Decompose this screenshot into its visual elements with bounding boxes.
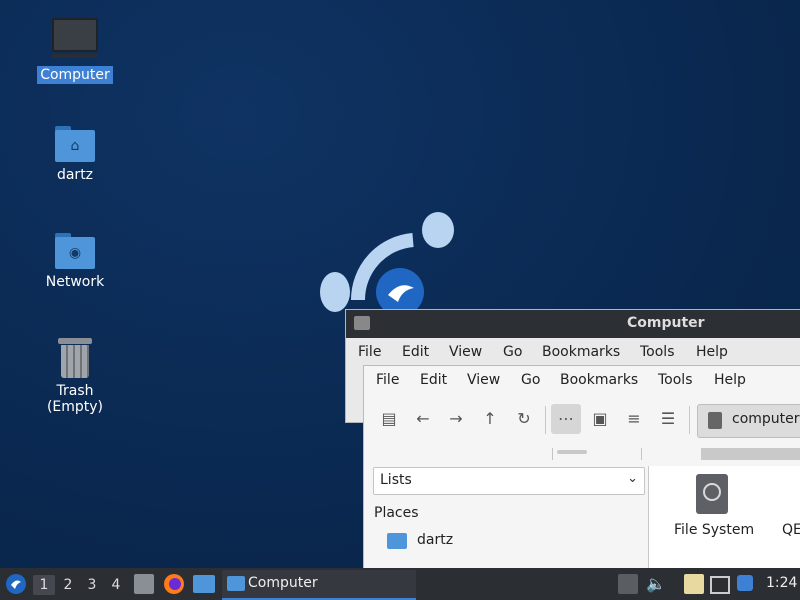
desktop-icon-label: Network bbox=[45, 274, 105, 290]
icon-view-grid-icon[interactable]: ⋯ bbox=[551, 404, 581, 434]
menu-edit[interactable]: Edit bbox=[402, 344, 429, 360]
back-arrow-icon[interactable]: ← bbox=[408, 404, 438, 434]
menu-help[interactable]: Help bbox=[714, 372, 746, 388]
firefox-icon[interactable] bbox=[163, 573, 185, 595]
up-arrow-icon[interactable]: ↑ bbox=[475, 404, 505, 434]
desktop-icon-trash[interactable]: Trash (Empty) bbox=[25, 338, 125, 416]
network-icon[interactable] bbox=[710, 576, 730, 594]
places-header: Places bbox=[374, 505, 419, 521]
item-label-qe[interactable]: QE bbox=[782, 522, 800, 538]
thumbnail-view-icon[interactable]: ▣ bbox=[585, 404, 615, 434]
taskbar: 1 2 3 4 Computer 🔈 1:24 bbox=[0, 568, 800, 600]
notification-icon[interactable] bbox=[737, 575, 753, 591]
menu-edit[interactable]: Edit bbox=[420, 372, 447, 388]
places-item-label: dartz bbox=[417, 532, 454, 548]
desktop-icon-label: Trash (Empty) bbox=[46, 383, 104, 415]
new-tab-icon[interactable]: ▤ bbox=[374, 404, 404, 434]
app-menu-icon[interactable] bbox=[5, 573, 27, 595]
network-folder-icon: ◉ bbox=[55, 233, 95, 269]
menu-file[interactable]: File bbox=[358, 344, 381, 360]
window-titlebar[interactable]: Computer bbox=[346, 310, 800, 338]
clock[interactable]: 1:24 bbox=[766, 575, 797, 591]
task-label: Computer bbox=[248, 575, 318, 591]
folder-icon bbox=[354, 316, 370, 330]
menu-bookmarks[interactable]: Bookmarks bbox=[542, 344, 620, 360]
menu-go[interactable]: Go bbox=[503, 344, 522, 360]
menu-tools[interactable]: Tools bbox=[640, 344, 675, 360]
drive-icon[interactable] bbox=[696, 474, 728, 514]
desktop: Computer ⌂ dartz ◉ Network Trash (Empty) bbox=[0, 0, 800, 568]
volume-icon[interactable]: 🔈 bbox=[646, 574, 666, 594]
forward-arrow-icon[interactable]: → bbox=[441, 404, 471, 434]
desktop-icon-computer[interactable]: Computer bbox=[25, 18, 125, 84]
menu-view[interactable]: View bbox=[449, 344, 482, 360]
tab-strip bbox=[364, 448, 800, 460]
workspace-4[interactable]: 4 bbox=[105, 575, 127, 595]
menu-view[interactable]: View bbox=[467, 372, 500, 388]
menubar: File Edit View Go Bookmarks Tools Help bbox=[364, 366, 800, 394]
location-bar[interactable]: computer: bbox=[697, 404, 800, 438]
home-folder-icon bbox=[387, 533, 407, 549]
taskbar-task-computer[interactable]: Computer bbox=[222, 570, 416, 600]
reload-icon[interactable]: ↻ bbox=[509, 404, 539, 434]
trash-icon bbox=[58, 338, 92, 378]
side-pane-selector[interactable]: Lists ⌄ bbox=[373, 467, 645, 495]
file-manager-window-front: File Edit View Go Bookmarks Tools Help ▤… bbox=[363, 365, 800, 568]
eject-icon[interactable] bbox=[618, 574, 638, 594]
menu-bookmarks[interactable]: Bookmarks bbox=[560, 372, 638, 388]
window-title: Computer bbox=[627, 315, 705, 331]
desktop-icon-network[interactable]: ◉ Network bbox=[25, 233, 125, 291]
menubar: File Edit View Go Bookmarks Tools Help bbox=[346, 338, 800, 366]
location-text: computer: bbox=[732, 411, 800, 427]
clipboard-icon[interactable] bbox=[684, 574, 704, 594]
toolbar: ▤ ← → ↑ ↻ ⋯ ▣ ≡ ☰ computer: bbox=[364, 396, 800, 446]
menu-file[interactable]: File bbox=[376, 372, 399, 388]
show-desktop-icon[interactable] bbox=[193, 575, 215, 593]
chevron-down-icon: ⌄ bbox=[627, 471, 638, 486]
workspace-1[interactable]: 1 bbox=[33, 575, 55, 595]
workspace-3[interactable]: 3 bbox=[81, 575, 103, 595]
compact-view-icon[interactable]: ≡ bbox=[619, 404, 649, 434]
side-pane-label: Lists bbox=[380, 472, 412, 488]
desktop-icon-home[interactable]: ⌂ dartz bbox=[25, 126, 125, 184]
file-manager-launcher-icon[interactable] bbox=[134, 574, 154, 594]
workspace-2[interactable]: 2 bbox=[57, 575, 79, 595]
detailed-list-view-icon[interactable]: ☰ bbox=[653, 404, 683, 434]
desktop-icon-label: dartz bbox=[56, 167, 94, 183]
file-view: File System QE bbox=[649, 466, 800, 568]
drive-icon bbox=[708, 412, 722, 429]
distro-logo-icon bbox=[320, 212, 454, 316]
computer-icon bbox=[52, 18, 98, 58]
folder-icon bbox=[227, 576, 245, 591]
menu-tools[interactable]: Tools bbox=[658, 372, 693, 388]
item-label-file-system[interactable]: File System bbox=[674, 522, 754, 538]
desktop-icon-label: Computer bbox=[37, 66, 113, 84]
menu-go[interactable]: Go bbox=[521, 372, 540, 388]
home-folder-icon: ⌂ bbox=[55, 126, 95, 162]
menu-help[interactable]: Help bbox=[696, 344, 728, 360]
